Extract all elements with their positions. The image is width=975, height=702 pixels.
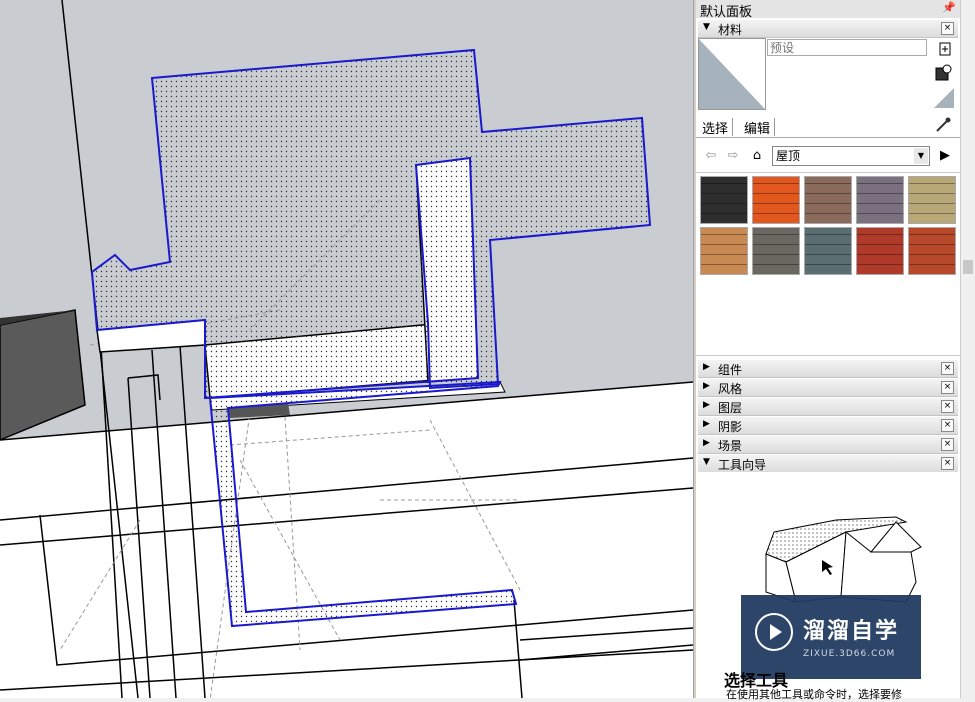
home-icon[interactable]: ⌂: [748, 147, 766, 165]
material-swatch[interactable]: [700, 176, 748, 224]
section-header[interactable]: ▶ 图层 ×: [698, 398, 958, 416]
material-tabs: 选择 编辑: [696, 117, 960, 138]
default-tray: 默认面板 📌 ▼ 材料 × 选择 编辑 ⇦ ⇨ ⌂ 屋顶 ▼: [696, 0, 960, 701]
instructor-content: 溜溜自学 ZIXUE.3D66.COM 选择工具 在使用其他工具或命令时，选择要…: [696, 472, 960, 701]
material-swatch[interactable]: [804, 176, 852, 224]
tray-title: 默认面板: [700, 5, 753, 20]
close-icon[interactable]: ×: [941, 381, 954, 394]
default-material-swatch: [699, 39, 765, 109]
section-label: 组件: [718, 363, 743, 377]
material-swatch[interactable]: [752, 227, 800, 275]
section-header[interactable]: ▶ 风格 ×: [698, 379, 958, 397]
close-icon[interactable]: ×: [941, 22, 954, 35]
close-icon[interactable]: ×: [941, 457, 954, 470]
chevron-down-icon: ▼: [914, 148, 928, 164]
material-swatch[interactable]: [856, 176, 904, 224]
pin-icon[interactable]: 📌: [942, 1, 956, 14]
material-swatches-grid: [696, 172, 960, 356]
collapse-arrow-icon: ▼: [703, 457, 710, 467]
material-swatch[interactable]: [700, 227, 748, 275]
close-icon[interactable]: ×: [941, 419, 954, 432]
watermark-url: ZIXUE.3D66.COM: [803, 649, 896, 659]
material-nav-row: ⇦ ⇨ ⌂ 屋顶 ▼ ▶: [696, 144, 960, 168]
play-logo-icon: [755, 613, 793, 651]
section-header[interactable]: ▼ 工具向导 ×: [698, 455, 958, 473]
eyedropper-icon[interactable]: [934, 117, 952, 135]
section-label: 风格: [718, 382, 743, 396]
material-preview: [698, 38, 766, 110]
back-arrow-icon[interactable]: ⇦: [702, 147, 720, 165]
expand-arrow-icon: ▶: [703, 362, 710, 372]
tray-title-bar: 默认面板 📌: [696, 0, 960, 20]
material-swatch[interactable]: [752, 176, 800, 224]
material-triangle-icon[interactable]: [934, 88, 954, 108]
section-header[interactable]: ▶ 阴影 ×: [698, 417, 958, 435]
section-header[interactable]: ▶ 组件 ×: [698, 360, 958, 378]
section-label: 图层: [718, 401, 743, 415]
collection-dropdown[interactable]: 屋顶 ▼: [772, 146, 930, 166]
section-label: 阴影: [718, 420, 743, 434]
section-label: 工具向导: [718, 458, 767, 472]
material-swatch[interactable]: [804, 227, 852, 275]
close-icon[interactable]: ×: [941, 362, 954, 375]
instructor-description: 在使用其他工具或命令时，选择要修: [726, 688, 902, 701]
tab-edit[interactable]: 编辑: [740, 118, 776, 137]
section-header[interactable]: ▶ 场景 ×: [698, 436, 958, 454]
scrollbar-thumb[interactable]: [963, 260, 973, 274]
close-icon[interactable]: ×: [941, 400, 954, 413]
collection-value: 屋顶: [776, 149, 801, 163]
collapse-arrow-icon: ▼: [703, 22, 710, 32]
material-swatch[interactable]: [908, 227, 956, 275]
watermark-name: 溜溜自学: [803, 619, 900, 644]
default-material-icon[interactable]: [934, 64, 952, 82]
create-material-icon[interactable]: [936, 40, 954, 58]
expand-arrow-icon: ▶: [703, 381, 710, 391]
model-canvas[interactable]: [0, 0, 693, 698]
material-name-field[interactable]: [767, 39, 927, 56]
expand-arrow-icon: ▶: [703, 400, 710, 410]
close-icon[interactable]: ×: [941, 438, 954, 451]
tray-scrollbar[interactable]: [960, 0, 975, 698]
modeling-viewport[interactable]: [0, 0, 693, 698]
details-arrow-icon[interactable]: ▶: [936, 147, 954, 165]
materials-section-header[interactable]: ▼ 材料 ×: [698, 20, 958, 38]
expand-arrow-icon: ▶: [703, 419, 710, 429]
materials-section-label: 材料: [718, 23, 743, 37]
tab-select[interactable]: 选择: [698, 118, 734, 137]
material-swatch[interactable]: [856, 227, 904, 275]
section-label: 场景: [718, 439, 743, 453]
expand-arrow-icon: ▶: [703, 438, 710, 448]
forward-arrow-icon[interactable]: ⇨: [724, 147, 742, 165]
material-swatch[interactable]: [908, 176, 956, 224]
